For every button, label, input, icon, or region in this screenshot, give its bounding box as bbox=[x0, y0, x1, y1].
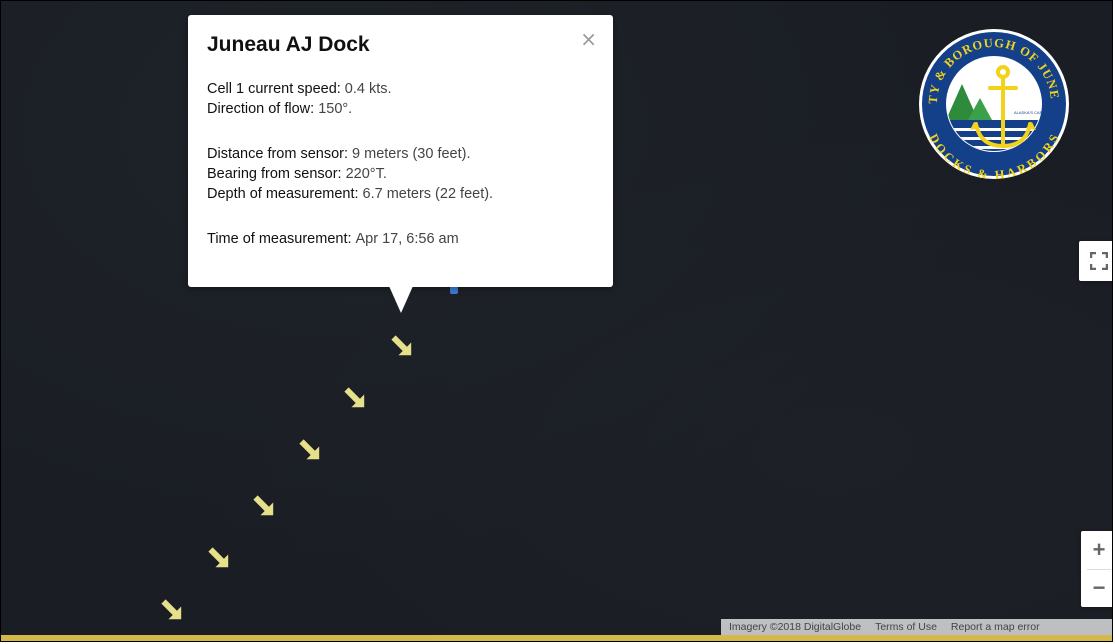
current-arrow-icon bbox=[253, 495, 274, 516]
zoom-in-button[interactable]: + bbox=[1081, 531, 1112, 569]
report-error-link[interactable]: Report a map error bbox=[951, 621, 1040, 633]
info-title: Juneau AJ Dock bbox=[207, 33, 370, 56]
docks-harbors-logo: ALASKA'S CAPITAL CITY CITY & BOROUGH OF … bbox=[918, 28, 1069, 180]
logo-inner-text: ALASKA'S CAPITAL CITY bbox=[1014, 110, 1061, 115]
current-speed-row: Cell 1 current speed: 0.4 kts. bbox=[207, 81, 392, 97]
terms-link[interactable]: Terms of Use bbox=[875, 621, 937, 633]
bearing-label: Bearing from sensor: bbox=[207, 166, 342, 182]
current-arrow-icon bbox=[208, 547, 229, 568]
current-speed-label: Cell 1 current speed: bbox=[207, 81, 341, 97]
fullscreen-button[interactable] bbox=[1079, 241, 1112, 281]
time-value: Apr 17, 6:56 am bbox=[355, 231, 459, 247]
current-arrow-icon bbox=[299, 439, 320, 460]
flow-direction-row: Direction of flow: 150°. bbox=[207, 101, 352, 117]
distance-label: Distance from sensor: bbox=[207, 146, 349, 162]
info-window-pointer bbox=[389, 286, 413, 313]
distance-row: Distance from sensor: 9 meters (30 feet). bbox=[207, 146, 471, 162]
time-row: Time of measurement: Apr 17, 6:56 am bbox=[207, 231, 459, 247]
time-label: Time of measurement: bbox=[207, 231, 352, 247]
distance-value: 9 meters (30 feet). bbox=[352, 146, 471, 162]
bearing-row: Bearing from sensor: 220°T. bbox=[207, 166, 387, 182]
info-window: Juneau AJ Dock × Cell 1 current speed: 0.… bbox=[188, 15, 613, 287]
current-arrow-icon bbox=[161, 599, 182, 620]
bottom-border-strip bbox=[1, 635, 1112, 641]
zoom-out-button[interactable]: − bbox=[1081, 569, 1112, 607]
imagery-credit: Imagery ©2018 DigitalGlobe bbox=[729, 621, 862, 633]
map-attribution: Imagery ©2018 DigitalGlobe Terms of Use … bbox=[721, 619, 1112, 635]
close-icon[interactable]: × bbox=[580, 27, 597, 51]
flow-direction-label: Direction of flow: bbox=[207, 101, 315, 117]
current-arrow-icon bbox=[391, 335, 412, 356]
flow-direction-value: 150°. bbox=[318, 101, 353, 117]
bearing-value: 220°T. bbox=[345, 166, 387, 182]
map-frame: Juneau AJ Dock × Cell 1 current speed: 0.… bbox=[0, 0, 1113, 642]
sensor-marker[interactable] bbox=[450, 286, 458, 294]
depth-value: 6.7 meters (22 feet). bbox=[362, 186, 494, 202]
current-arrow-icon bbox=[344, 387, 365, 408]
depth-label: Depth of measurement: bbox=[207, 186, 359, 202]
fullscreen-icon bbox=[1090, 252, 1108, 270]
depth-row: Depth of measurement: 6.7 meters (22 feet… bbox=[207, 186, 493, 202]
zoom-control: + − bbox=[1081, 531, 1112, 607]
current-speed-value: 0.4 kts. bbox=[344, 81, 392, 97]
